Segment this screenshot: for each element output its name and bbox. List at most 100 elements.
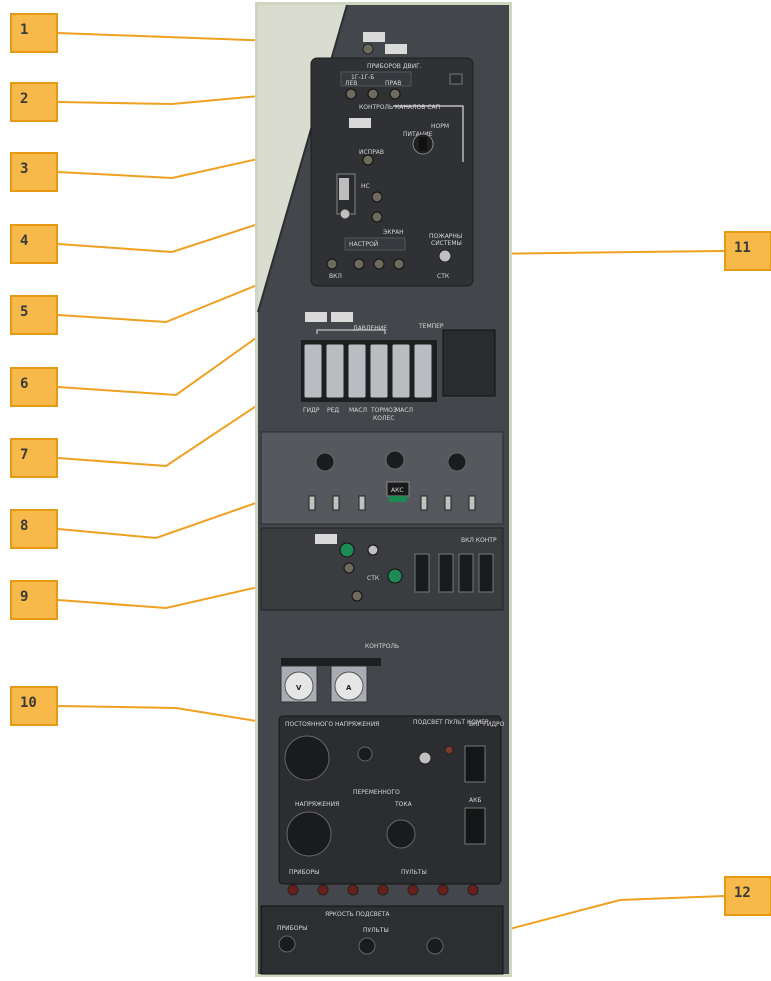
label-sau-channels: КОНТРОЛЬ КАНАЛОВ САП — [359, 104, 440, 111]
toggle-8-2 — [332, 495, 340, 511]
dimmer-knob — [357, 746, 373, 762]
section8-rotary-3 — [447, 452, 467, 472]
section4-switch — [339, 208, 351, 220]
gauge-drum-3 — [347, 343, 367, 399]
ac-current-selector — [386, 819, 416, 849]
section4-lamp — [339, 178, 349, 200]
label-toka: ТОКА — [394, 801, 413, 808]
label-vkl: ВКЛ — [329, 273, 342, 280]
fire-system-switch — [438, 249, 452, 263]
breaker-9-3 — [458, 553, 474, 593]
brightness-knob-1 — [278, 935, 296, 953]
label-vkl-kontr: ВКЛ КОНТР — [461, 537, 497, 544]
sau-test-button — [362, 154, 374, 166]
label-pozharn: ПОЖАРНЫ — [429, 233, 462, 240]
label-sistemy: СИСТЕМЫ — [431, 240, 462, 247]
callout-badge-2: 2 — [10, 82, 58, 122]
sau-lamp — [349, 118, 371, 128]
svg-text:ПРИБОРЫ: ПРИБОРЫ — [277, 925, 307, 932]
label-stk: СТК — [437, 273, 450, 280]
label-kontrol: КОНТРОЛЬ — [365, 643, 399, 650]
label-temper: ТЕМПЕР — [418, 323, 444, 330]
engine-check-button-2 — [367, 88, 379, 100]
label-aks: АКС — [391, 487, 404, 494]
callout-badge-3: 3 — [10, 152, 58, 192]
callout-badge-9: 9 — [10, 580, 58, 620]
gauge-drum-4 — [369, 343, 389, 399]
label-davlenie: ДАВЛЕНИЕ — [353, 325, 387, 332]
label-akb: АКБ — [469, 797, 481, 804]
label-right: ПРАВ — [385, 80, 401, 87]
section8-rotary-1 — [315, 452, 335, 472]
ac-voltage-selector — [286, 811, 332, 857]
callout-badge-8: 8 — [10, 509, 58, 549]
toggle-8-6 — [468, 495, 476, 511]
gauge-drum-1 — [303, 343, 323, 399]
label-screen: ЭКРАН — [383, 229, 404, 236]
callout-badge-5: 5 — [10, 295, 58, 335]
callout-badge-6: 6 — [10, 367, 58, 407]
engine-check-button-1 — [345, 88, 357, 100]
label-left: ЛЕВ — [345, 80, 357, 87]
gauge-drum-5 — [391, 343, 411, 399]
label-yarkost: ЯРКОСТЬ ПОДСВЕТА — [325, 911, 390, 918]
callout-badge-11: 11 — [724, 231, 771, 271]
label-norm: НОРМ — [431, 123, 449, 130]
callout-badge-12: 12 — [724, 876, 771, 916]
section10-toggle — [418, 751, 432, 765]
brightness-knob-2 — [358, 937, 376, 955]
label-engine-instruments: ПРИБОРОВ ДВИГ. — [367, 63, 422, 70]
callout-badge-4: 4 — [10, 224, 58, 264]
warning-lamp-2 — [385, 44, 407, 54]
callout-badge-10: 10 — [10, 686, 58, 726]
green-lamp-9b — [387, 568, 403, 584]
section6-button-1 — [353, 258, 365, 270]
svg-text:РЕД: РЕД — [327, 407, 339, 414]
breaker-9-2 — [438, 553, 454, 593]
label-nc: НС — [361, 183, 370, 190]
cockpit-side-panel: ПРИБОРОВ ДВИГ. 1Г-1Г-Б ЛЕВ ПРАВ КОНТРОЛЬ… — [255, 2, 512, 977]
section8-block — [260, 431, 504, 525]
svg-text:МАСЛ: МАСЛ — [395, 407, 413, 414]
svg-text:ГИДР: ГИДР — [303, 407, 320, 414]
green-lamp-9a — [339, 542, 355, 558]
green-lamp-8 — [389, 496, 407, 502]
section6-button-2 — [373, 258, 385, 270]
toggle-8-5 — [444, 495, 452, 511]
hydro-switch — [464, 745, 486, 783]
section4-button-lower — [371, 211, 383, 223]
warning-lamp-1 — [363, 32, 385, 42]
label-isprav: ИСПРАВ — [359, 149, 384, 156]
section4-button-upper — [371, 191, 383, 203]
label-nastr: НАСТРОЙ — [349, 241, 378, 248]
breaker-9-1 — [414, 553, 430, 593]
engine-check-button-3 — [389, 88, 401, 100]
gauge-drum-6 — [413, 343, 433, 399]
breaker-9-4 — [478, 553, 494, 593]
toggle-8-1 — [308, 495, 316, 511]
gauge-drum-2 — [325, 343, 345, 399]
section5-button — [326, 258, 338, 270]
dc-voltage-selector — [284, 735, 330, 781]
battery-switch — [464, 807, 486, 845]
svg-text:КОЛЕС: КОЛЕС — [373, 415, 394, 422]
svg-text:СТК: СТК — [367, 575, 380, 582]
svg-text:А: А — [346, 684, 352, 692]
section8-rotary-2 — [385, 450, 405, 470]
callout-badge-7: 7 — [10, 438, 58, 478]
panel-illustration: ПРИБОРОВ ДВИГ. 1Г-1Г-Б ЛЕВ ПРАВ КОНТРОЛЬ… — [255, 2, 512, 977]
svg-text:V: V — [296, 684, 302, 692]
label-vng: ВНГ ГИДРО — [469, 721, 505, 728]
svg-text:ПУЛЬТЫ: ПУЛЬТЫ — [363, 927, 389, 934]
svg-text:МАСЛ: МАСЛ — [349, 407, 367, 414]
callout-badge-1: 1 — [10, 13, 58, 53]
label-pribory: ПРИБОРЫ — [289, 869, 319, 876]
svg-text:ТОРМОЗ: ТОРМОЗ — [370, 407, 397, 414]
temperature-window — [442, 329, 496, 397]
label-pulty: ПУЛЬТЫ — [401, 869, 427, 876]
test-button-1 — [362, 43, 374, 55]
section9-switch — [367, 544, 379, 556]
label-peremen: ПЕРЕМЕННОГО — [353, 789, 400, 796]
toggle-8-4 — [420, 495, 428, 511]
brightness-knob-3 — [426, 937, 444, 955]
